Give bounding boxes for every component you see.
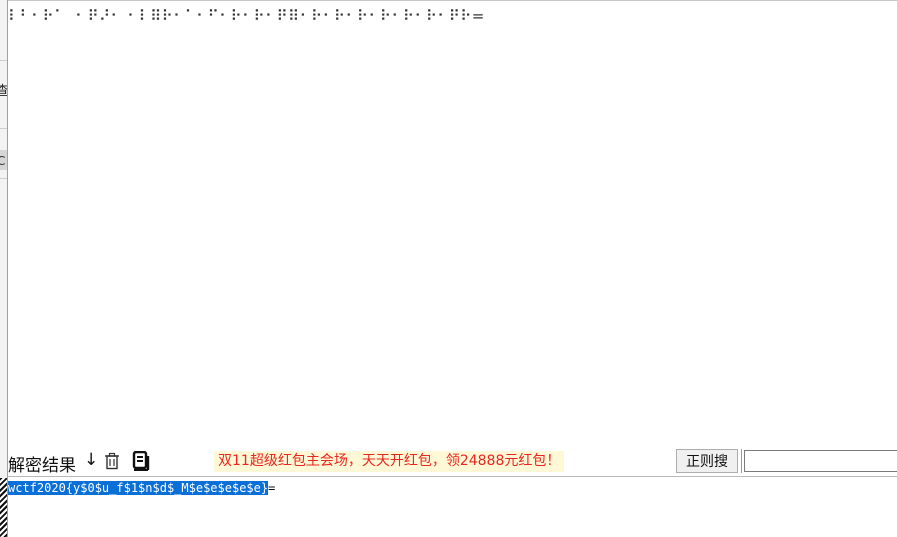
copy-icon[interactable] — [131, 450, 151, 472]
strip-divider — [0, 178, 7, 179]
strip-divider — [0, 128, 7, 129]
output-line: wctf2020{y$0$u_f$1$n$d$_M$e$e$e$e$e}= — [8, 480, 275, 497]
decrypt-result-label: 解密结果 — [8, 456, 76, 476]
toolbar-divider — [741, 449, 742, 473]
adjacent-window-strip: 查 C — [0, 0, 8, 537]
strip-text-fragment: C — [0, 154, 5, 168]
trash-icon[interactable] — [103, 452, 121, 470]
strip-hatch-pattern — [0, 478, 7, 537]
result-toolbar: 解密结果 ↓ 双11超级红包主会场，天天开红包，领24888元红包！ 正则搜 — [8, 446, 897, 477]
strip-text-fragment: 查 — [0, 80, 7, 99]
selected-output-text[interactable]: wctf2020{y$0$u_f$1$n$d$_M$e$e$e$e$e} — [8, 481, 269, 495]
output-textarea[interactable]: wctf2020{y$0$u_f$1$n$d$_M$e$e$e$e$e}= — [8, 477, 897, 537]
braille-input-text: ⠇⠃⠂⠗⠁ ⠐ ⠟⠜⠂ ⠂⠇⠿⠗⠂⠁⠂⠋⠂⠗⠂⠗⠂⠟⠿⠂⠗⠂⠗⠂⠗⠂⠗⠂⠗⠂⠗⠂… — [8, 7, 485, 25]
app-window: 查 C ⠇⠃⠂⠗⠁ ⠐ ⠟⠜⠂ ⠂⠇⠿⠗⠂⠁⠂⠋⠂⠗⠂⠗⠂⠟⠿⠂⠗⠂⠗⠂⠗⠂⠗⠂… — [0, 0, 897, 537]
output-trailing-text: = — [268, 481, 276, 495]
strip-divider — [0, 60, 7, 61]
regex-search-input[interactable] — [744, 450, 897, 472]
input-textarea[interactable]: ⠇⠃⠂⠗⠁ ⠐ ⠟⠜⠂ ⠂⠇⠿⠗⠂⠁⠂⠋⠂⠗⠂⠗⠂⠟⠿⠂⠗⠂⠗⠂⠗⠂⠗⠂⠗⠂⠗⠂… — [8, 0, 897, 447]
promo-banner-link[interactable]: 双11超级红包主会场，天天开红包，领24888元红包！ — [214, 451, 565, 472]
down-arrow-icon[interactable]: ↓ — [84, 450, 98, 470]
regex-search-button[interactable]: 正则搜 — [676, 449, 738, 473]
